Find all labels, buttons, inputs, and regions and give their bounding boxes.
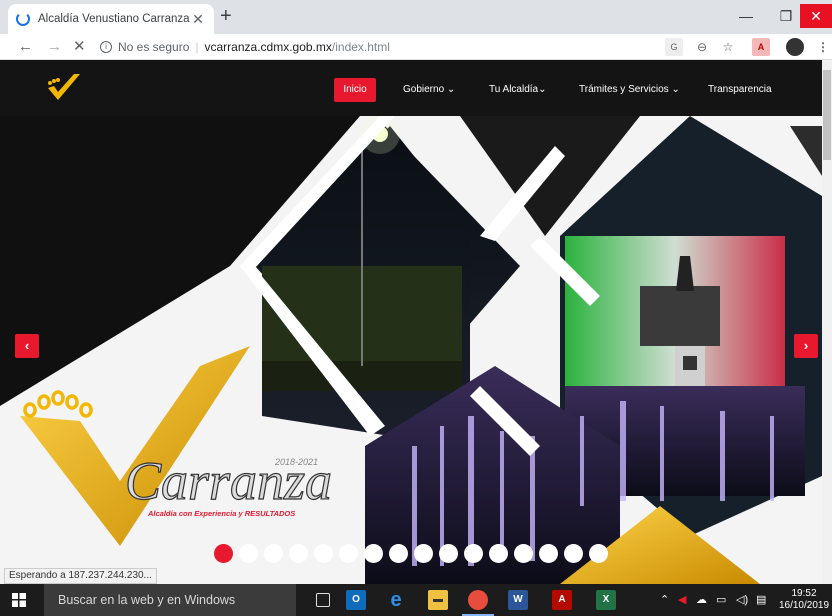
browser-status-bar: Esperando a 187.237.244.230... bbox=[4, 568, 157, 584]
new-tab-button[interactable]: + bbox=[220, 6, 232, 26]
tab-close-icon[interactable]: ✕ bbox=[190, 11, 206, 28]
hero-tagline-text: Alcaldía con Experiencia y RESULTADOS bbox=[147, 509, 295, 518]
slider-dot[interactable] bbox=[264, 544, 283, 563]
notifications-icon[interactable]: ▤ bbox=[756, 584, 766, 616]
minimize-button[interactable]: — bbox=[730, 4, 762, 28]
windows-taskbar: Buscar en la web y en Windows O e ▬ W A … bbox=[0, 584, 832, 616]
windows-start-icon[interactable] bbox=[12, 593, 26, 607]
browser-menu-icon[interactable]: ⋮ bbox=[814, 38, 832, 56]
slider-dot[interactable] bbox=[339, 544, 358, 563]
info-icon[interactable]: i bbox=[100, 41, 112, 53]
clock-date: 16/10/2019 bbox=[778, 600, 830, 611]
restore-button[interactable]: ❐ bbox=[770, 4, 802, 28]
taskbar-clock[interactable]: 19:52 16/10/2019 bbox=[776, 588, 832, 612]
scrollbar-thumb[interactable] bbox=[823, 70, 831, 160]
hero-slide-image: Carranza 2018-2021 Alcaldía con Experien… bbox=[0, 116, 822, 584]
excel-icon[interactable]: X bbox=[596, 590, 616, 610]
chevron-down-icon: ⌄ bbox=[446, 84, 456, 95]
bookmark-star-icon[interactable]: ☆ bbox=[719, 38, 737, 56]
slider-dot[interactable] bbox=[514, 544, 533, 563]
browser-tabstrip: Alcaldía Venustiano Carranza ✕ + — ❐ ✕ bbox=[0, 0, 832, 34]
forward-button[interactable]: → bbox=[47, 37, 62, 57]
nav-gobierno[interactable]: Gobierno ⌄ bbox=[403, 78, 455, 102]
file-explorer-icon[interactable]: ▬ bbox=[428, 590, 448, 610]
chevron-down-icon: ⌄ bbox=[538, 84, 547, 95]
nav-tu-alcaldia[interactable]: Tu Alcaldía⌄ bbox=[489, 78, 547, 102]
nav-gobierno-label: Gobierno bbox=[403, 84, 445, 95]
site-navbar: Inicio Gobierno ⌄ Tu Alcaldía⌄ Trámites … bbox=[0, 60, 822, 116]
site-logo[interactable] bbox=[44, 70, 84, 106]
browser-toolbar: ← → ✕ i No es seguro | vcarranza.cdmx.go… bbox=[0, 34, 832, 60]
slider-pagination bbox=[214, 544, 608, 563]
slider-dot[interactable] bbox=[214, 544, 233, 563]
nav-inicio[interactable]: Inicio bbox=[334, 78, 376, 102]
slider-dot[interactable] bbox=[414, 544, 433, 563]
acrobat-icon[interactable]: A bbox=[552, 590, 572, 610]
slider-dot[interactable] bbox=[589, 544, 608, 563]
hero-period-text: 2018-2021 bbox=[274, 457, 318, 467]
edge-icon[interactable]: e bbox=[386, 590, 406, 610]
tray-chevron-icon[interactable]: ⌃ bbox=[660, 584, 669, 616]
slider-dot[interactable] bbox=[389, 544, 408, 563]
nav-tramites[interactable]: Trámites y Servicios ⌄ bbox=[579, 78, 680, 102]
chrome-icon[interactable] bbox=[462, 590, 494, 616]
slider-dot[interactable] bbox=[314, 544, 333, 563]
slider-dot[interactable] bbox=[489, 544, 508, 563]
pdf-extension-icon[interactable]: A bbox=[752, 38, 770, 56]
back-button[interactable]: ← bbox=[18, 37, 33, 57]
url-host: vcarranza.cdmx.gob.mx bbox=[204, 40, 332, 54]
web-page: Inicio Gobierno ⌄ Tu Alcaldía⌄ Trámites … bbox=[0, 60, 832, 584]
stop-button[interactable]: ✕ bbox=[73, 37, 86, 57]
word-icon[interactable]: W bbox=[508, 590, 528, 610]
network-icon[interactable]: ▭ bbox=[716, 584, 726, 616]
nav-tramites-label: Trámites y Servicios bbox=[579, 84, 669, 95]
translate-icon[interactable]: G bbox=[665, 38, 683, 56]
slider-dot[interactable] bbox=[289, 544, 308, 563]
tab-title: Alcaldía Venustiano Carranza bbox=[38, 13, 190, 25]
task-view-icon[interactable] bbox=[316, 593, 330, 607]
nav-tu-alcaldia-label: Tu Alcaldía bbox=[489, 84, 539, 95]
address-separator: | bbox=[195, 40, 199, 54]
chevron-down-icon: ⌄ bbox=[671, 84, 680, 95]
clock-time: 19:52 bbox=[791, 588, 817, 599]
slider-dot[interactable] bbox=[564, 544, 583, 563]
address-bar[interactable]: i No es seguro | vcarranza.cdmx.gob.mx /… bbox=[100, 36, 660, 58]
slider-dot[interactable] bbox=[464, 544, 483, 563]
nav-transparencia[interactable]: Transparencia bbox=[708, 78, 772, 102]
page-scrollbar[interactable] bbox=[822, 60, 832, 584]
browser-tab[interactable]: Alcaldía Venustiano Carranza ✕ bbox=[8, 4, 214, 34]
onedrive-icon[interactable]: ☁ bbox=[696, 584, 707, 616]
security-label: No es seguro bbox=[118, 40, 190, 54]
volume-icon[interactable]: ◁) bbox=[736, 584, 748, 616]
slider-dot[interactable] bbox=[439, 544, 458, 563]
profile-avatar[interactable] bbox=[786, 38, 804, 56]
slider-dot[interactable] bbox=[239, 544, 258, 563]
slider-dot[interactable] bbox=[539, 544, 558, 563]
close-window-button[interactable]: ✕ bbox=[800, 4, 832, 28]
outlook-icon[interactable]: O bbox=[346, 590, 366, 610]
slider-next-button[interactable]: › bbox=[794, 334, 818, 358]
taskbar-search-input[interactable]: Buscar en la web y en Windows bbox=[44, 584, 296, 616]
hero-slider: Carranza 2018-2021 Alcaldía con Experien… bbox=[0, 116, 822, 584]
slider-prev-button[interactable]: ‹ bbox=[15, 334, 39, 358]
zoom-icon[interactable]: ⊖ bbox=[693, 38, 711, 56]
url-path: /index.html bbox=[331, 40, 390, 54]
slider-dot[interactable] bbox=[364, 544, 383, 563]
loading-spinner-icon bbox=[16, 12, 30, 26]
tray-app-icon[interactable]: ◀ bbox=[678, 584, 686, 616]
